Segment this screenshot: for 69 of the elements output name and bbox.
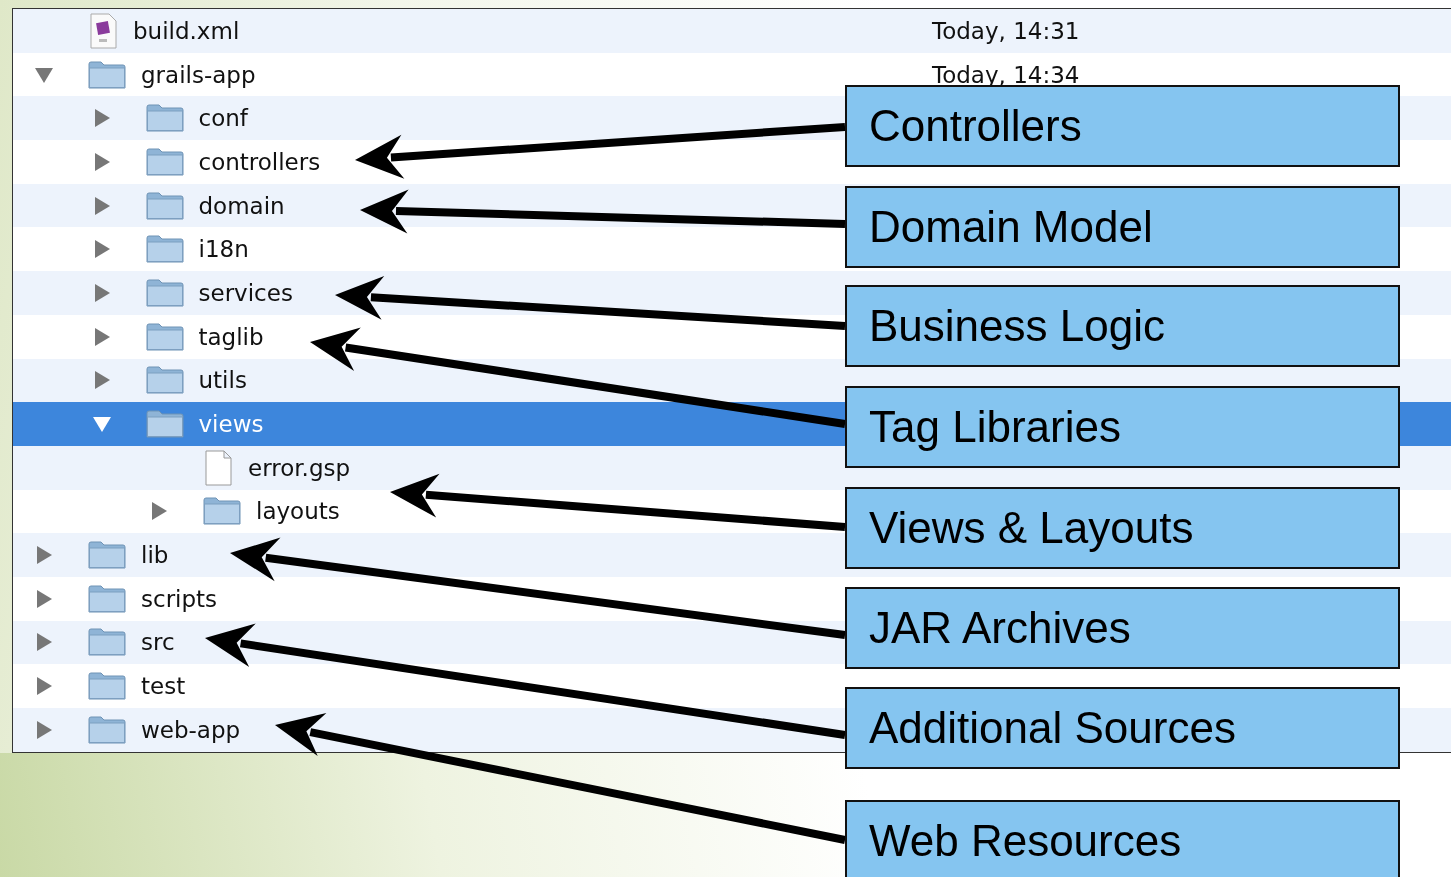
callout-box: Controllers [845, 85, 1400, 167]
folder-icon [88, 583, 126, 614]
disclosure-triangle-icon[interactable] [92, 282, 111, 303]
folder-icon [145, 365, 184, 396]
file-name: lib [141, 542, 169, 569]
disclosure-triangle-icon[interactable] [92, 370, 111, 391]
file-name: src [141, 629, 175, 656]
file-name: conf [198, 105, 248, 132]
disclosure-triangle-icon[interactable] [92, 151, 111, 172]
folder-icon [88, 59, 126, 90]
disclosure-triangle-icon[interactable] [150, 501, 168, 522]
file-row[interactable]: web-app [13, 708, 813, 752]
file-row[interactable]: grails-app [13, 52, 813, 97]
file-row[interactable]: conf [13, 96, 813, 141]
disclosure-triangle-icon[interactable] [35, 676, 53, 697]
document-icon [203, 449, 233, 486]
folder-icon [88, 671, 126, 702]
file-name: controllers [198, 148, 321, 175]
file-row[interactable]: layouts [13, 489, 813, 534]
file-name: grails-app [141, 61, 256, 88]
folder-icon [203, 496, 241, 527]
file-row[interactable]: build.xml [13, 9, 813, 53]
disclosure-triangle-icon[interactable] [35, 719, 53, 740]
disclosure-triangle-icon[interactable] [35, 545, 53, 566]
date-modified: Today, 14:31 [932, 17, 1080, 44]
folder-icon [145, 321, 184, 352]
disclosure-triangle-icon[interactable] [92, 195, 111, 216]
folder-icon [145, 146, 184, 177]
document-icon [88, 12, 118, 49]
disclosure-triangle-icon[interactable] [92, 239, 111, 260]
disclosure-triangle-icon[interactable] [34, 65, 54, 84]
file-name: error.gsp [248, 454, 351, 481]
folder-icon [145, 234, 184, 265]
file-name: taglib [198, 323, 264, 350]
disclosure-triangle-icon[interactable] [92, 108, 111, 129]
folder-icon [88, 540, 126, 571]
folder-icon [145, 103, 184, 134]
file-name: i18n [198, 236, 249, 263]
disclosure-triangle-icon[interactable] [35, 588, 53, 609]
file-row[interactable]: controllers [13, 140, 813, 184]
file-name: build.xml [133, 17, 240, 44]
file-row[interactable]: taglib [13, 314, 813, 359]
disclosure-triangle-icon[interactable] [92, 326, 111, 347]
file-row[interactable]: scripts [13, 576, 813, 621]
folder-icon [88, 627, 126, 658]
callout-box: Tag Libraries [845, 386, 1400, 468]
folder-icon [145, 277, 184, 308]
callout-box: Business Logic [845, 285, 1400, 367]
file-name: test [141, 673, 186, 700]
file-name: utils [198, 367, 247, 394]
file-name: views [198, 411, 264, 438]
folder-icon [88, 714, 126, 745]
disclosure-triangle-icon[interactable] [91, 415, 112, 434]
callout-box: Views & Layouts [845, 487, 1400, 569]
date-modified: Today, 14:34 [932, 61, 1080, 88]
disclosure-triangle-icon[interactable] [35, 632, 53, 653]
file-name: layouts [256, 498, 340, 525]
callout-box: Additional Sources [845, 687, 1400, 769]
file-row[interactable]: i18n [13, 227, 813, 272]
file-name: scripts [141, 585, 218, 612]
callout-box: Domain Model [845, 186, 1400, 268]
file-name: domain [198, 192, 285, 219]
file-row[interactable]: test [13, 664, 813, 708]
callout-box: JAR Archives [845, 587, 1400, 669]
folder-icon [145, 190, 184, 221]
file-name: services [198, 279, 293, 306]
file-name: web-app [141, 716, 241, 743]
callout-box: Web Resources [845, 800, 1400, 877]
folder-icon [145, 409, 184, 440]
